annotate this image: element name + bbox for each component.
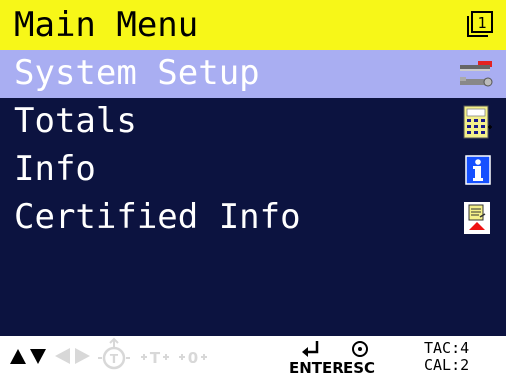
status-counters: TAC:4 CAL:2	[424, 340, 469, 374]
menu-item-label: System Setup	[14, 53, 260, 93]
svg-text:T: T	[110, 352, 119, 366]
escape-icon	[352, 341, 368, 357]
menu-item-label: Info	[14, 149, 96, 189]
certified-document-icon	[464, 202, 490, 234]
screen-number-icon: 1	[467, 11, 493, 37]
escape-key[interactable]: ESC	[340, 336, 380, 379]
escape-key-label: ESC	[343, 359, 376, 377]
svg-text:T: T	[150, 349, 161, 367]
zero-icon: 0	[179, 349, 207, 367]
tac-counter: TAC:4	[424, 339, 470, 357]
info-icon	[465, 155, 491, 185]
menu-item-system-setup[interactable]: System Setup	[0, 50, 506, 98]
menu-item-info[interactable]: Info	[0, 146, 506, 194]
calculator-icon	[463, 105, 492, 139]
tare-icon: T	[98, 337, 130, 370]
wrench-icon	[460, 61, 493, 87]
title-bar: Main Menu 1	[0, 0, 506, 50]
menu-item-label: Totals	[14, 101, 137, 141]
svg-text:0: 0	[188, 349, 198, 367]
screen-number: 1	[477, 14, 486, 32]
page-title: Main Menu	[14, 5, 199, 45]
enter-icon	[302, 341, 319, 357]
softkey-bar: T T 0 ENTER ESC TAC:4 CAL:2	[0, 336, 506, 379]
enter-key-label: ENTER	[289, 359, 344, 377]
enter-key[interactable]: ENTER	[286, 336, 344, 379]
up-down-arrows-icon[interactable]	[8, 336, 48, 379]
menu-item-certified-info[interactable]: Certified Info	[0, 194, 506, 242]
preset-tare-icon: T	[141, 349, 169, 367]
menu-item-totals[interactable]: Totals	[0, 98, 506, 146]
left-right-arrows-icon	[55, 348, 90, 364]
cal-counter: CAL:2	[424, 356, 470, 374]
menu-item-label: Certified Info	[14, 197, 301, 237]
